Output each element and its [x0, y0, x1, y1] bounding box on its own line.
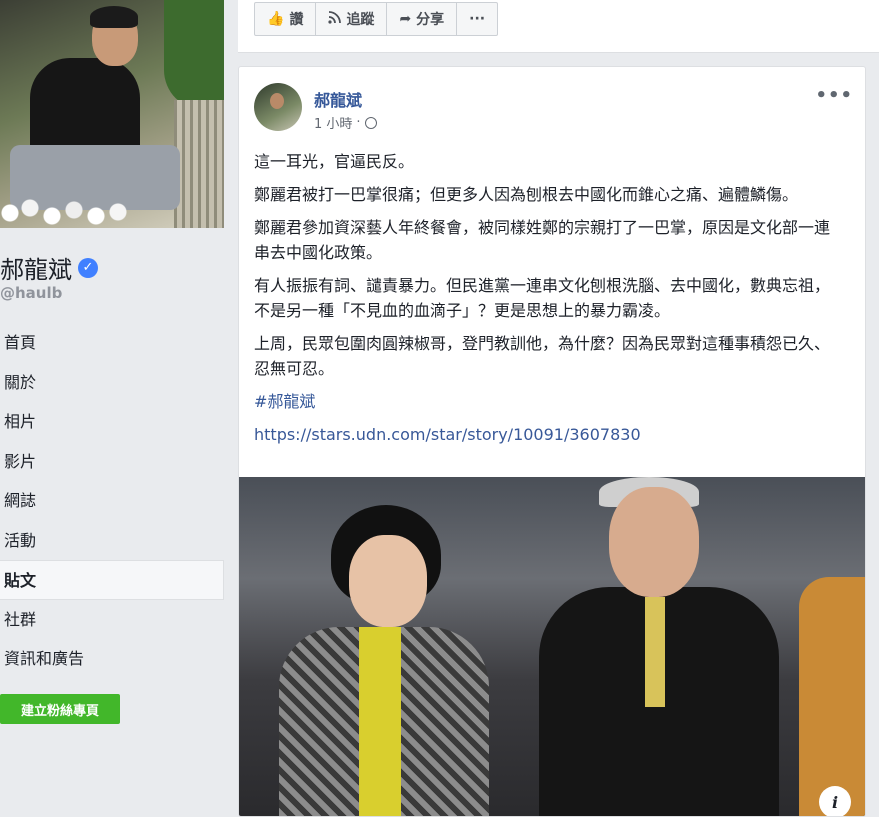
follow-label: 追蹤 — [346, 12, 375, 28]
post-card: 郝龍斌 1 小時 · ••• 這一耳光，官逼民反。 鄭麗君被打一巴掌很痛；但更多… — [238, 66, 866, 817]
nav-item-events[interactable]: 活動 — [0, 521, 224, 561]
photo-man-face — [609, 487, 699, 597]
thumbs-up-icon: 👍 — [267, 11, 285, 27]
post-paragraph: 鄭麗君參加資深藝人年終餐會，被同樣姓鄭的宗親打了一巴掌，原因是文化部一連串去中國… — [254, 218, 831, 262]
profile-photo[interactable] — [0, 0, 224, 228]
post-author-name[interactable]: 郝龍斌 — [314, 87, 362, 111]
like-label: 讚 — [289, 12, 304, 28]
photo-railing — [174, 100, 224, 228]
photo-person-hair — [90, 6, 138, 28]
post-hashtag[interactable]: #郝龍斌 — [254, 392, 315, 411]
photo-woman-face — [349, 535, 427, 627]
post-body: 這一耳光，官逼民反。 鄭麗君被打一巴掌很痛；但更多人因為刨根去中國化而錐心之痛、… — [254, 149, 839, 455]
photo-person-shirt — [30, 58, 140, 158]
nav-item-info-and-ads[interactable]: 資訊和廣告 — [0, 639, 224, 679]
page-name-text[interactable]: 郝龍斌 — [0, 250, 72, 285]
page-nav: 首頁 關於 相片 影片 網誌 活動 貼文 社群 資訊和廣告 — [0, 323, 224, 679]
nav-item-about[interactable]: 關於 — [0, 363, 224, 403]
nav-item-photos[interactable]: 相片 — [0, 402, 224, 442]
post-paragraph: 上周，民眾包圍肉圓辣椒哥，登門教訓他，為什麼？因為民眾對這種事積怨已久、忍無可忍… — [254, 334, 831, 378]
nav-item-posts[interactable]: 貼文 — [0, 560, 224, 600]
post-meta: 1 小時 · — [314, 113, 377, 132]
info-icon[interactable]: i — [819, 786, 851, 816]
nav-item-community[interactable]: 社群 — [0, 600, 224, 640]
nav-item-videos[interactable]: 影片 — [0, 442, 224, 482]
nav-item-home[interactable]: 首頁 — [0, 323, 224, 363]
page-action-bar: 👍 讚 追蹤 ➦ 分享 ··· — [238, 0, 879, 53]
post-options-icon[interactable]: ••• — [815, 85, 853, 106]
like-button[interactable]: 👍 讚 — [254, 2, 317, 36]
follow-button[interactable]: 追蹤 — [315, 2, 388, 36]
ellipsis-icon: ··· — [469, 11, 486, 27]
page-sidebar: 郝龍斌 ✓ @haulb 首頁 關於 相片 影片 網誌 活動 貼文 社群 資訊和… — [0, 0, 224, 815]
page-handle[interactable]: @haulb — [0, 284, 62, 302]
share-label: 分享 — [416, 12, 445, 28]
share-arrow-icon: ➦ — [399, 11, 412, 27]
photo-golf-balls — [0, 198, 140, 228]
more-actions-button[interactable]: ··· — [456, 2, 499, 36]
post-author-avatar[interactable] — [254, 83, 302, 131]
post-paragraph: 有人振振有詞、譴責暴力。但民進黨一連串文化刨根洗腦、去中國化，數典忘祖，不是另一… — [254, 276, 831, 320]
verified-badge-icon: ✓ — [78, 257, 98, 278]
meta-separator: · — [356, 115, 361, 130]
rss-icon — [328, 10, 342, 28]
photo-tree — [164, 0, 224, 110]
page-name[interactable]: 郝龍斌 ✓ — [0, 250, 98, 285]
photo-background-person — [799, 577, 865, 816]
post-photo[interactable]: i — [239, 477, 865, 816]
post-paragraph: 鄭麗君被打一巴掌很痛；但更多人因為刨根去中國化而錐心之痛、遍體鱗傷。 — [254, 185, 799, 204]
post-timestamp[interactable]: 1 小時 — [314, 113, 352, 132]
create-page-button[interactable]: 建立粉絲專頁 — [0, 694, 120, 724]
share-button[interactable]: ➦ 分享 — [386, 2, 458, 36]
post-paragraph: 這一耳光，官逼民反。 — [254, 152, 415, 171]
post-link[interactable]: https://stars.udn.com/star/story/10091/3… — [254, 425, 641, 444]
photo-man-tie — [645, 597, 665, 707]
action-button-group: 👍 讚 追蹤 ➦ 分享 ··· — [254, 2, 499, 36]
globe-icon[interactable] — [364, 116, 377, 129]
nav-item-notes[interactable]: 網誌 — [0, 481, 224, 521]
photo-yellow-scarf — [359, 627, 401, 816]
